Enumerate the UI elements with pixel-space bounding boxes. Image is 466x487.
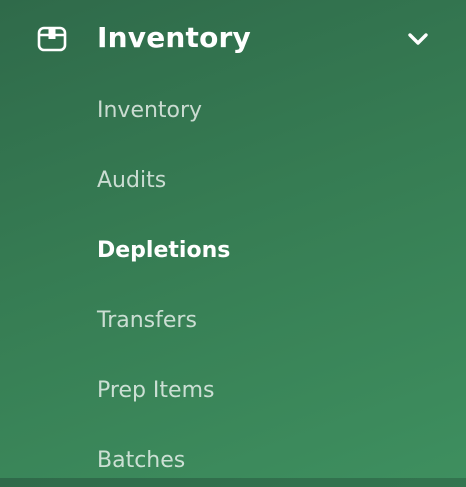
section-title: Inventory bbox=[97, 21, 252, 54]
nav-item-label: Transfers bbox=[97, 308, 197, 333]
nav-item-label: Prep Items bbox=[97, 378, 215, 403]
nav-item-prep-items[interactable]: Prep Items bbox=[80, 365, 440, 417]
nav-item-label: Batches bbox=[97, 448, 186, 473]
nav-item-label: Depletions bbox=[97, 238, 231, 263]
nav-item-label: Audits bbox=[97, 168, 167, 193]
nav-item-label: Inventory bbox=[97, 98, 203, 123]
sidebar-nav: Inventory Inventory Audits Depletions Tr… bbox=[0, 0, 466, 478]
box-icon bbox=[36, 22, 68, 54]
inventory-section-toggle[interactable]: Inventory bbox=[0, 0, 466, 76]
chevron-down-icon[interactable] bbox=[405, 26, 431, 52]
nav-item-batches[interactable]: Batches bbox=[80, 435, 440, 487]
nav-item-audits[interactable]: Audits bbox=[80, 155, 440, 207]
nav-item-inventory[interactable]: Inventory bbox=[80, 85, 440, 137]
nav-item-transfers[interactable]: Transfers bbox=[80, 295, 440, 347]
nav-item-depletions[interactable]: Depletions bbox=[80, 225, 440, 277]
